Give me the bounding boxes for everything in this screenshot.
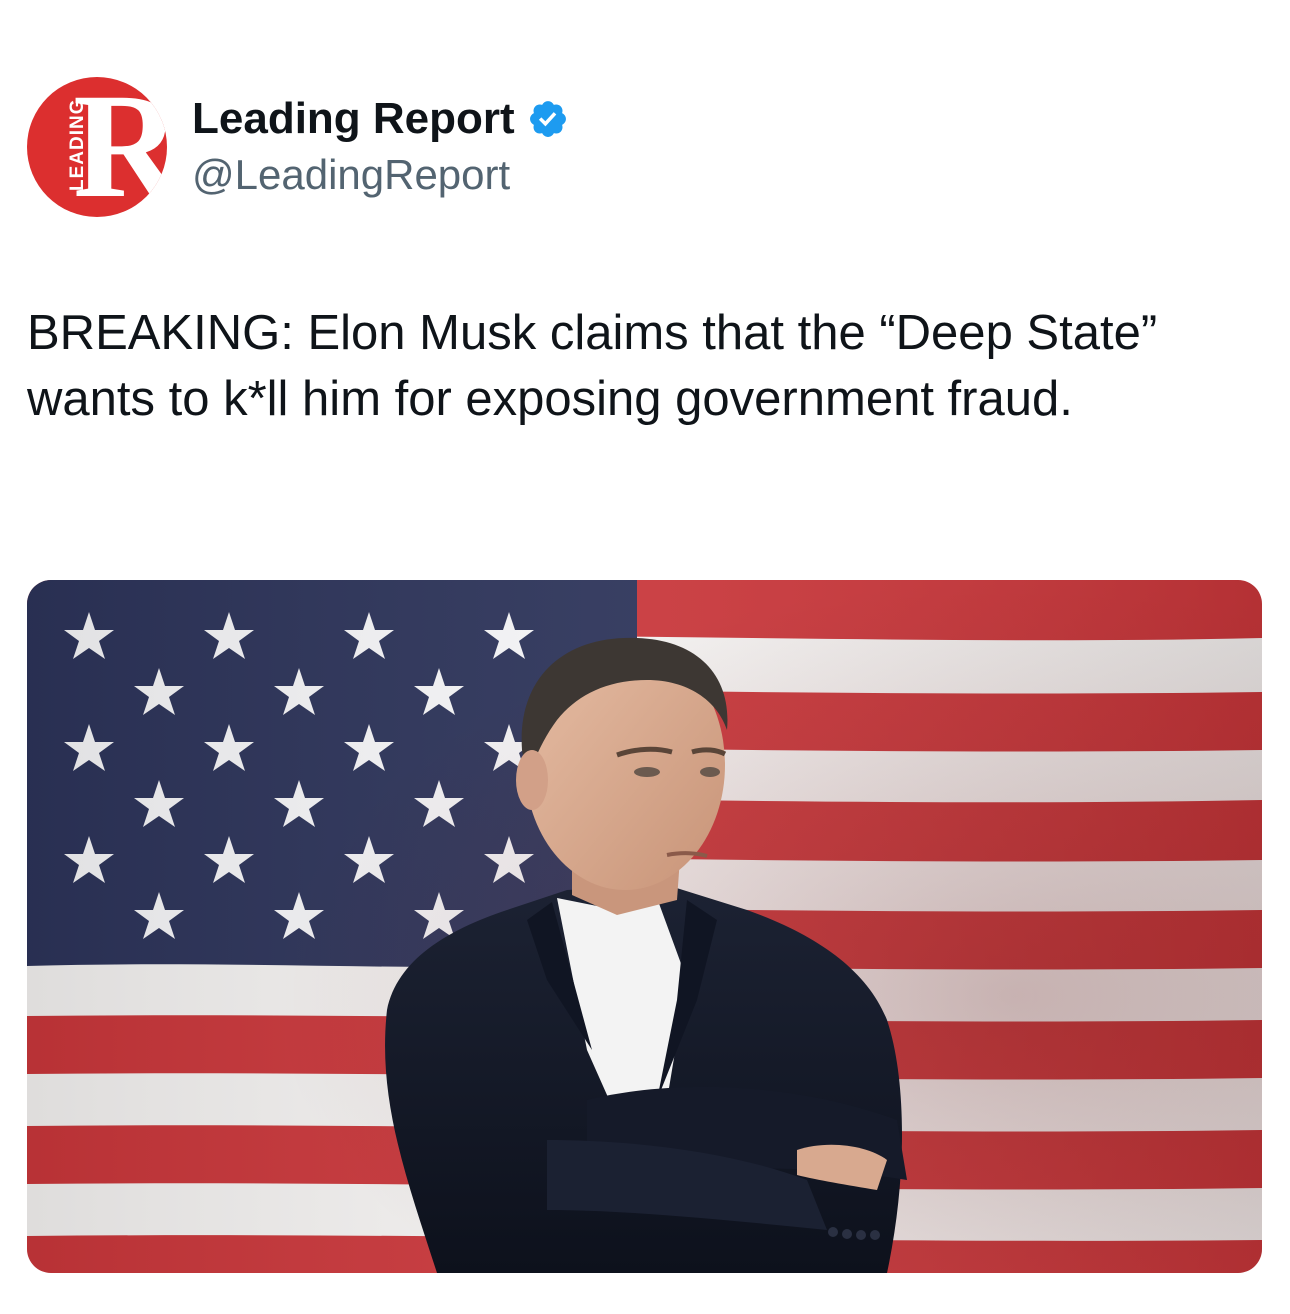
tweet-media-image[interactable] [27,580,1262,1273]
tweet-text: BREAKING: Elon Musk claims that the “Dee… [27,306,1171,426]
author-names: Leading Report @LeadingReport [192,91,569,203]
tweet-header: R LEADING Leading Report @LeadingReport [27,72,569,222]
avatar[interactable]: R LEADING [27,77,167,217]
display-name-row: Leading Report [192,91,569,147]
verified-check-icon [527,98,569,140]
flag-portrait-photo [27,580,1262,1273]
avatar-logo-side-text: LEADING [67,98,88,192]
display-name[interactable]: Leading Report [192,91,515,147]
tweet-card: R LEADING Leading Report @LeadingReport … [0,0,1290,1314]
author-handle[interactable]: @LeadingReport [192,147,569,203]
